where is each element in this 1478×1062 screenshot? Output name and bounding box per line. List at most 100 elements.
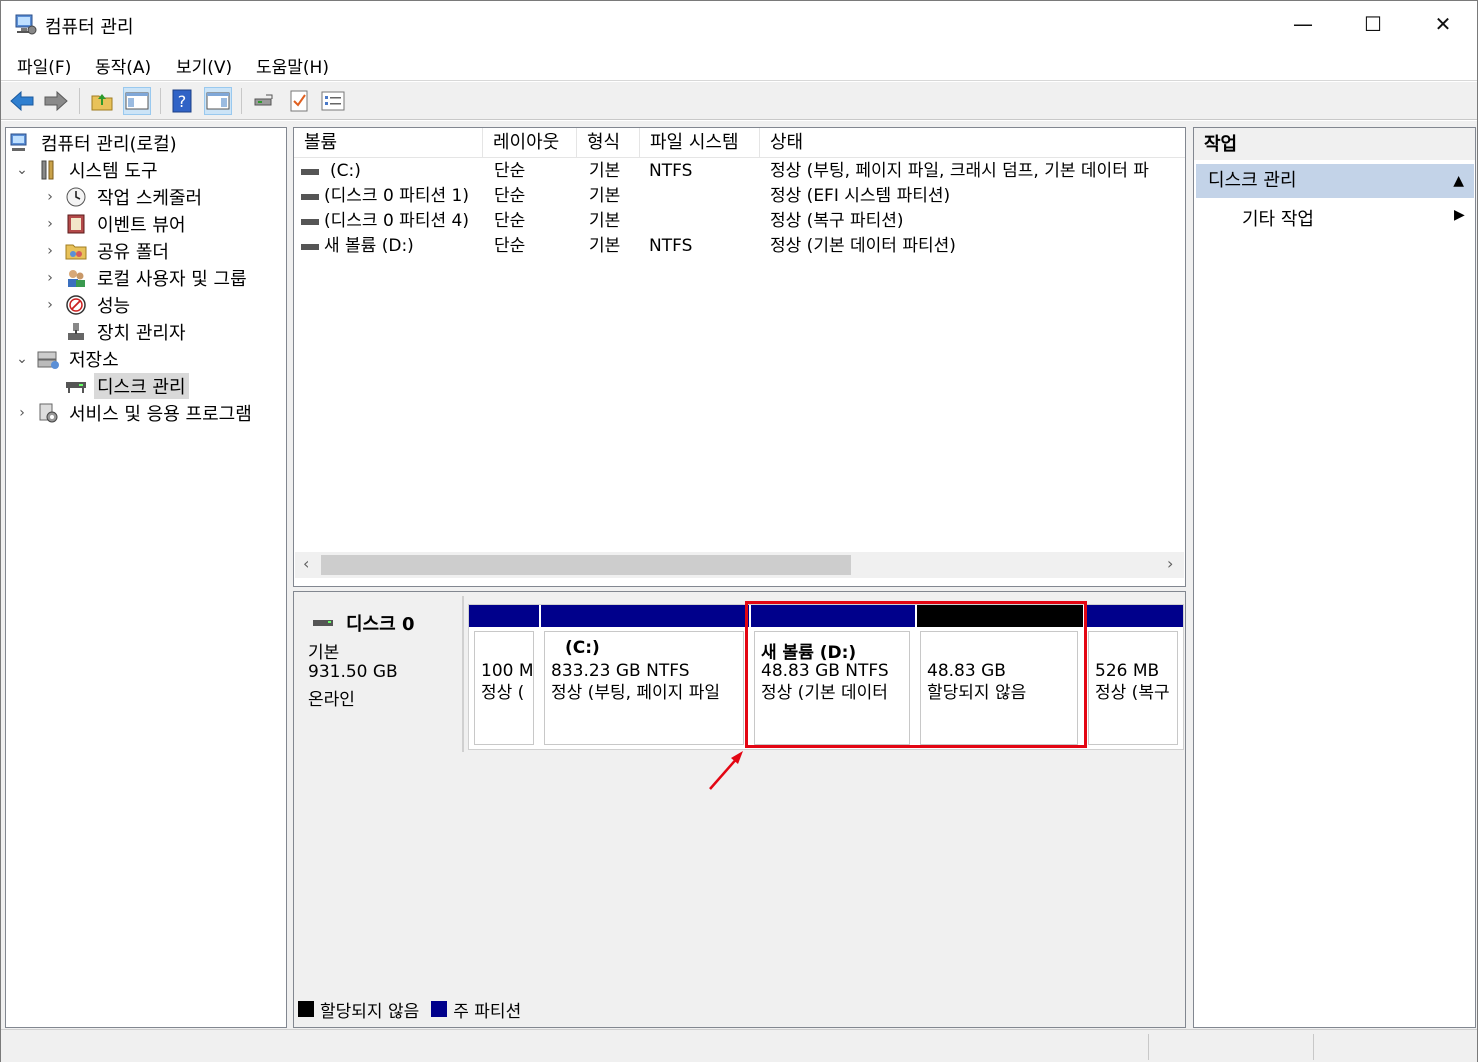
table-row[interactable]: 새 볼륨 (D:) 단순 기본 NTFS 정상 (기본 데이터 파티션): [294, 234, 1185, 259]
properties-icon[interactable]: [285, 87, 313, 115]
system-tools-icon: [36, 158, 60, 182]
computer-management-icon: [8, 131, 32, 155]
clock-icon: [64, 185, 88, 209]
cell-type: 기본: [589, 161, 621, 181]
tree-label-services: 서비스 및 응용 프로그램: [69, 404, 252, 425]
event-viewer-icon: [64, 212, 88, 236]
show-hide-tree-icon[interactable]: [123, 87, 151, 115]
tree-node-system-tools[interactable]: ⌄ 시스템 도구: [14, 157, 161, 183]
users-icon: [64, 266, 88, 290]
tree-label-system-tools: 시스템 도구: [69, 161, 158, 182]
menu-file[interactable]: 파일(F): [17, 53, 71, 78]
tree-node-task-scheduler[interactable]: › 작업 스케줄러: [42, 184, 205, 210]
tree-label-root: 컴퓨터 관리(로컬): [41, 134, 177, 155]
volume-icon: [300, 184, 320, 209]
up-folder-icon[interactable]: [88, 87, 116, 115]
menu-action[interactable]: 동작(A): [95, 53, 151, 78]
action-more-actions[interactable]: 기타 작업: [1242, 205, 1314, 231]
scroll-left-icon[interactable]: ‹: [303, 554, 309, 573]
tree-node-disk-management[interactable]: 디스크 관리: [64, 373, 189, 399]
scroll-right-icon[interactable]: ›: [1167, 554, 1173, 573]
list-icon[interactable]: [319, 87, 347, 115]
status-bar: [1, 1029, 1477, 1062]
action-item-label: 기타 작업: [1242, 209, 1314, 230]
partition-bar: [1087, 605, 1183, 627]
action-pane-header: 작업: [1194, 128, 1475, 160]
partition-efi[interactable]: 100 M 정상 (: [469, 605, 539, 749]
chevron-right-icon[interactable]: ›: [42, 216, 58, 232]
tree-node-local-users[interactable]: › 로컬 사용자 및 그룹: [42, 265, 250, 291]
disk-icon: [312, 613, 334, 634]
tree-node-event-viewer[interactable]: › 이벤트 뷰어: [42, 211, 189, 237]
partition-title: (C:): [565, 638, 600, 658]
partition-title: [1095, 638, 1171, 660]
performance-icon: [64, 293, 88, 317]
tree-node-device-manager[interactable]: 장치 관리자: [64, 319, 189, 345]
chevron-right-icon[interactable]: ›: [42, 270, 58, 286]
column-layout[interactable]: 레이아웃: [483, 128, 577, 158]
title-bar: 컴퓨터 관리 — ☐ ✕: [1, 1, 1477, 47]
tree-node-storage[interactable]: ⌄ 저장소: [14, 346, 122, 372]
chevron-right-icon[interactable]: ›: [42, 243, 58, 259]
tree-node-root[interactable]: 컴퓨터 관리(로컬): [8, 130, 180, 156]
tree-node-performance[interactable]: › 성능: [42, 292, 133, 318]
toolbar: ?: [1, 82, 1477, 120]
legend-primary-label: 주 파티션: [453, 1001, 522, 1022]
shared-folder-icon: [64, 239, 88, 263]
chevron-right-icon[interactable]: ›: [14, 405, 30, 421]
disk-info-panel[interactable]: 디스크 0 기본 931.50 GB 온라인: [294, 596, 464, 752]
forward-arrow-icon[interactable]: [42, 87, 70, 115]
column-file-system[interactable]: 파일 시스템: [640, 128, 760, 158]
menu-bar: 파일(F) 동작(A) 보기(V) 도움말(H): [1, 47, 1477, 81]
tree-node-shared-folders[interactable]: › 공유 폴더: [42, 238, 172, 264]
close-button[interactable]: ✕: [1408, 1, 1478, 47]
cell-type: 기본: [589, 211, 621, 231]
cell-file-system: NTFS: [649, 236, 693, 256]
legend-unallocated-swatch: [298, 1001, 314, 1017]
column-type[interactable]: 형식: [577, 128, 640, 158]
column-volume[interactable]: 볼륨: [294, 128, 483, 158]
table-row[interactable]: (C:) 단순 기본 NTFS 정상 (부팅, 페이지 파일, 크래시 덤프, …: [294, 159, 1185, 184]
partition-recovery[interactable]: 526 MB 정상 (복구: [1083, 605, 1183, 749]
connect-icon[interactable]: [250, 87, 278, 115]
collapse-up-icon[interactable]: ▲: [1453, 164, 1464, 198]
partition-size: 833.23 GB NTFS: [551, 661, 690, 681]
disk-name: 디스크 0: [346, 614, 415, 635]
table-row[interactable]: (디스크 0 파티션 1) 단순 기본 정상 (EFI 시스템 파티션): [294, 184, 1185, 209]
chevron-down-icon[interactable]: ⌄: [14, 162, 30, 178]
table-row[interactable]: (디스크 0 파티션 4) 단순 기본 정상 (복구 파티션): [294, 209, 1185, 234]
partition-bar: [469, 605, 539, 627]
action-section-disk-management[interactable]: 디스크 관리 ▲: [1196, 164, 1474, 198]
tree-label-local-users: 로컬 사용자 및 그룹: [97, 269, 247, 290]
cell-status: 정상 (부팅, 페이지 파일, 크래시 덤프, 기본 데이터 파: [770, 161, 1149, 181]
back-arrow-icon[interactable]: [8, 87, 36, 115]
partition-size: 526 MB: [1095, 661, 1160, 681]
help-icon[interactable]: ?: [168, 87, 196, 115]
partition-c[interactable]: (C:) 833.23 GB NTFS 정상 (부팅, 페이지 파일: [539, 605, 749, 749]
disk-type: 기본: [308, 643, 340, 663]
scrollbar-thumb[interactable]: [321, 555, 851, 575]
show-action-pane-icon[interactable]: [204, 87, 232, 115]
submenu-arrow-icon[interactable]: ▶: [1454, 207, 1465, 223]
chevron-right-icon[interactable]: ›: [42, 189, 58, 205]
cell-layout: 단순: [494, 236, 526, 256]
red-arrow-icon: [709, 751, 743, 790]
cell-layout: 단순: [494, 211, 526, 231]
minimize-button[interactable]: —: [1268, 1, 1338, 47]
horizontal-scrollbar[interactable]: ‹ ›: [295, 552, 1184, 578]
navigation-tree: 컴퓨터 관리(로컬) ⌄ 시스템 도구 › 작업 스케줄러 › 이벤트 뷰어 ›: [5, 127, 287, 1028]
cell-file-system: [649, 209, 759, 234]
menu-view[interactable]: 보기(V): [176, 53, 232, 78]
cell-volume: (C:): [330, 161, 361, 181]
disk-status: 온라인: [308, 690, 355, 710]
action-pane: 작업 디스크 관리 ▲ 기타 작업 ▶: [1193, 127, 1476, 1028]
partition-body: (C:) 833.23 GB NTFS 정상 (부팅, 페이지 파일: [544, 631, 744, 745]
column-status[interactable]: 상태: [760, 128, 1185, 158]
menu-help[interactable]: 도움말(H): [256, 53, 329, 78]
chevron-right-icon[interactable]: ›: [42, 297, 58, 313]
tree-node-services[interactable]: › 서비스 및 응용 프로그램: [14, 400, 255, 426]
chevron-down-icon[interactable]: ⌄: [14, 351, 30, 367]
partition-status: 정상 (: [481, 683, 525, 703]
cell-file-system: [649, 184, 759, 209]
maximize-button[interactable]: ☐: [1338, 1, 1408, 47]
